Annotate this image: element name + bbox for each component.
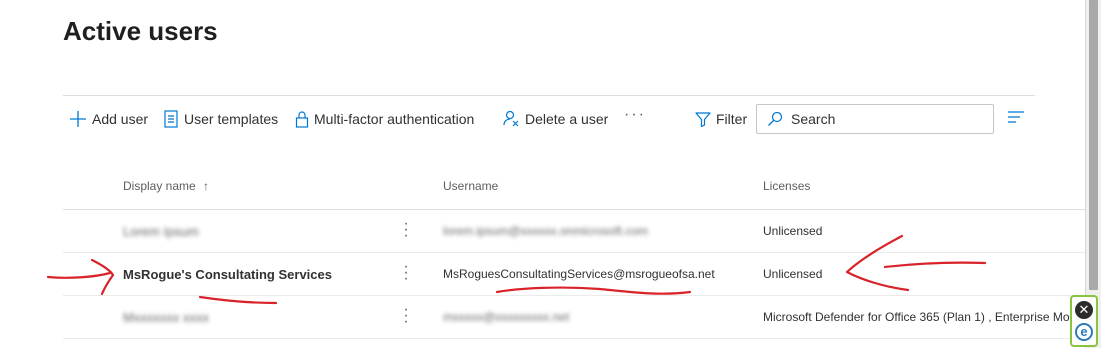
table-row[interactable]: Mxxxxxxx xxxx · · · mxxxxx@xxxxxxxxx.net M… [63,296,1085,339]
view-options-icon[interactable] [1007,110,1025,129]
row-username: mxxxxx@xxxxxxxxx.net [443,310,570,324]
user-templates-label: User templates [184,111,279,127]
column-username[interactable]: Username [443,179,498,193]
main-panel: Active users Add user User templates Mul… [0,0,1085,348]
row-display-name[interactable]: MsRogue's Consultating Services [123,267,332,282]
row-username: MsRoguesConsultatingServices@msrogueofsa… [443,267,715,281]
row-display-name[interactable]: Lorem Ipsum [123,224,199,239]
search-icon [768,111,783,126]
add-icon [70,111,86,127]
filter-label: Filter [716,111,748,127]
row-username: lorem.ipsum@xxxxxx.onmicrosoft.com [443,224,648,238]
users-table: Display name ↑ Username Licenses Lorem I… [63,166,1085,339]
add-user-label: Add user [92,111,149,127]
delete-user-label: Delete a user [525,111,609,127]
add-user-button[interactable]: Add user [69,108,148,130]
command-bar: Add user User templates Multi-factor aut… [63,95,1035,140]
row-license: Unlicensed [763,224,823,238]
column-display-name[interactable]: Display name ↑ [123,179,209,193]
column-licenses[interactable]: Licenses [763,179,810,193]
document-icon [164,110,178,128]
mfa-button[interactable]: Multi-factor authentication [295,108,474,130]
filter-button[interactable]: Filter [695,108,747,130]
delete-user-icon [503,110,519,127]
column-display-name-label: Display name [123,179,196,193]
table-row[interactable]: Lorem Ipsum · · · lorem.ipsum@xxxxxx.onmic… [63,210,1085,253]
mfa-label: Multi-factor authentication [314,111,475,127]
sort-ascending-icon: ↑ [203,179,210,193]
row-display-name[interactable]: Mxxxxxxx xxxx [123,310,209,325]
row-more-icon[interactable]: · · · [401,259,411,287]
search-input[interactable] [791,111,981,127]
lock-icon [295,111,309,128]
redaction-patch [533,210,603,220]
browser-extension-widget[interactable]: ✕ e [1070,295,1098,347]
row-more-icon[interactable]: · · · [401,302,411,330]
table-header: Display name ↑ Username Licenses [63,166,1085,210]
more-options-icon[interactable]: ··· [624,106,646,124]
user-templates-button[interactable]: User templates [163,108,278,130]
filter-icon [695,112,711,127]
scrollbar-thumb[interactable] [1089,0,1098,290]
row-license: Microsoft Defender for Office 365 (Plan … [763,310,1077,324]
table-row[interactable]: MsRogue's Consultating Services · · · MsRo… [63,253,1085,296]
row-license: Unlicensed [763,267,823,281]
row-more-icon[interactable]: · · · [401,216,411,244]
delete-user-button[interactable]: Delete a user [502,108,608,130]
close-icon[interactable]: ✕ [1075,301,1093,319]
extension-logo-icon[interactable]: e [1075,323,1093,341]
page-title: Active users [63,16,218,46]
search-box[interactable] [756,104,994,134]
